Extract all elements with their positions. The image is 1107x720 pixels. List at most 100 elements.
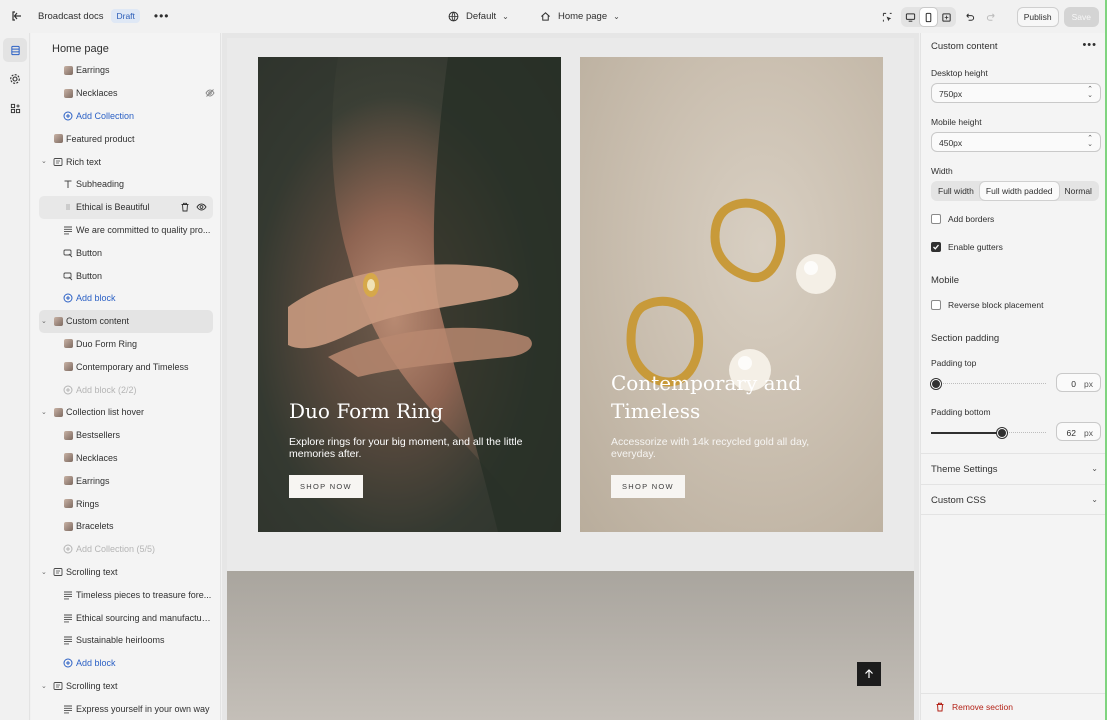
add-item-row[interactable]: Add Collection <box>31 105 220 128</box>
inspector-icon[interactable] <box>879 8 896 26</box>
row-label: Scrolling text <box>66 680 118 691</box>
add-item-row[interactable]: Add block <box>31 287 220 310</box>
mobile-icon[interactable] <box>919 8 937 26</box>
block-row[interactable]: Sustainable heirlooms <box>31 629 220 652</box>
mobile-height-value: 450px <box>939 138 963 148</box>
padding-top-slider[interactable] <box>931 378 1046 390</box>
block-row[interactable]: Timeless pieces to treasure fore... <box>31 583 220 606</box>
section-row[interactable]: ⌄ Scrolling text <box>31 561 220 584</box>
image-thumb-icon <box>63 88 73 98</box>
chevron-down-icon[interactable]: ⌄ <box>41 317 47 325</box>
section-row[interactable]: ⌄ Scrolling text <box>31 675 220 698</box>
theme-selector[interactable]: Default ⌄ <box>446 9 509 23</box>
padding-bottom-input[interactable]: 62 px <box>1056 422 1101 441</box>
section-row[interactable]: Featured product <box>31 127 220 150</box>
shop-now-button[interactable]: SHOP NOW <box>289 475 363 498</box>
paragraph-icon <box>63 635 73 645</box>
block-row[interactable]: Rings <box>31 492 220 515</box>
trash-icon[interactable] <box>180 202 190 212</box>
section-tree: Earrings Necklaces Add Collection Featured … <box>31 59 220 720</box>
block-row[interactable]: Earrings <box>31 469 220 492</box>
row-label: Necklaces <box>76 452 118 463</box>
block-row[interactable]: Contemporary and Timeless <box>31 355 220 378</box>
more-actions-icon[interactable]: ••• <box>154 9 170 23</box>
exit-icon[interactable] <box>8 7 26 25</box>
more-actions-icon[interactable]: ••• <box>1082 39 1097 51</box>
block-row[interactable]: Necklaces <box>31 82 220 105</box>
theme-settings-accordion[interactable]: Theme Settings ⌄ <box>921 453 1107 484</box>
block-row[interactable]: Duo Form Ring <box>31 333 220 356</box>
next-section-image <box>227 571 914 720</box>
width-option-full-padded[interactable]: Full width padded <box>979 182 1059 200</box>
chevron-down-icon[interactable]: ⌄ <box>41 682 47 690</box>
publish-button[interactable]: Publish <box>1016 7 1059 27</box>
content-card-contemporary[interactable]: Contemporary and Timeless Accessorize wi… <box>580 57 883 532</box>
row-label: Necklaces <box>76 88 118 99</box>
chevron-down-icon[interactable]: ⌄ <box>41 568 47 576</box>
row-label: Button <box>76 247 103 258</box>
desktop-icon[interactable] <box>902 8 919 26</box>
width-option-full[interactable]: Full width <box>932 182 980 200</box>
slider-track <box>931 383 1046 385</box>
preview-frame: Duo Form Ring Explore rings for your big… <box>227 38 914 720</box>
add-item-row[interactable]: Add block <box>31 652 220 675</box>
row-label: Earrings <box>76 65 110 76</box>
row-label: Ethical sourcing and manufacturi... <box>76 612 213 623</box>
image-thumb-icon <box>63 430 73 440</box>
theme-selector-label: Default <box>466 10 497 22</box>
undo-icon[interactable] <box>961 8 978 26</box>
row-label: We are committed to quality pro... <box>76 224 211 235</box>
padding-top-input[interactable]: 0 px <box>1056 373 1101 392</box>
custom-css-accordion[interactable]: Custom CSS ⌄ <box>921 484 1107 515</box>
reverse-block-checkbox[interactable]: Reverse block placement <box>931 300 1043 310</box>
block-row[interactable]: Necklaces <box>31 447 220 470</box>
section-row[interactable]: ⌄ Collection list hover <box>31 401 220 424</box>
settings-gear-icon[interactable] <box>3 67 27 91</box>
add-borders-checkbox[interactable]: Add borders <box>931 214 994 224</box>
width-label: Width <box>931 166 953 176</box>
plus-circle-icon <box>63 111 73 121</box>
enable-gutters-checkbox[interactable]: Enable gutters <box>931 242 1003 252</box>
width-option-normal[interactable]: Normal <box>1059 182 1098 200</box>
slider-handle[interactable] <box>931 379 941 389</box>
apps-icon[interactable] <box>3 96 27 120</box>
eye-off-icon[interactable] <box>205 88 215 98</box>
desktop-height-select[interactable]: 750px ⌃ ⌄ <box>931 83 1101 103</box>
content-card-duo-form-ring[interactable]: Duo Form Ring Explore rings for your big… <box>258 57 561 532</box>
block-row[interactable]: Express yourself in your own way <box>31 697 220 720</box>
eye-icon[interactable] <box>196 202 207 212</box>
document-title: Broadcast docs <box>38 10 104 22</box>
mobile-heading: Mobile <box>931 275 959 286</box>
block-row[interactable]: Subheading <box>31 173 220 196</box>
block-row[interactable]: Ethical is Beautiful <box>39 195 213 219</box>
remove-section-button[interactable]: Remove section <box>921 693 1107 720</box>
chevron-down-icon[interactable]: ⌄ <box>41 157 47 165</box>
paragraph-icon <box>63 613 73 623</box>
plus-circle-icon <box>63 658 73 668</box>
fullscreen-icon[interactable] <box>938 8 955 26</box>
slider-handle[interactable] <box>997 428 1007 438</box>
padding-bottom-slider[interactable] <box>931 427 1046 439</box>
mobile-height-select[interactable]: 450px ⌃ ⌄ <box>931 132 1101 152</box>
button-icon <box>63 271 73 281</box>
block-row[interactable]: Ethical sourcing and manufacturi... <box>31 606 220 629</box>
block-row[interactable]: Earrings <box>31 59 220 82</box>
redo-icon[interactable] <box>983 8 1000 26</box>
block-row[interactable]: Button <box>31 264 220 287</box>
checkbox-label: Enable gutters <box>948 242 1003 252</box>
section-row[interactable]: ⌄ Custom content <box>39 309 213 333</box>
drag-handle-icon <box>63 202 73 212</box>
block-row[interactable]: Bestsellers <box>31 424 220 447</box>
arrow-up-icon <box>865 669 873 678</box>
sections-icon[interactable] <box>3 38 27 62</box>
checkbox-label: Add borders <box>948 214 995 224</box>
block-row[interactable]: Button <box>31 241 220 264</box>
block-row[interactable]: Bracelets <box>31 515 220 538</box>
save-button[interactable]: Save <box>1063 7 1099 27</box>
scroll-to-top-button[interactable] <box>857 662 881 686</box>
block-row[interactable]: We are committed to quality pro... <box>31 219 220 242</box>
section-row[interactable]: ⌄ Rich text <box>31 150 220 173</box>
chevron-down-icon[interactable]: ⌄ <box>41 408 47 416</box>
page-selector[interactable]: Home page ⌄ <box>538 9 620 23</box>
shop-now-button[interactable]: SHOP NOW <box>611 475 685 498</box>
